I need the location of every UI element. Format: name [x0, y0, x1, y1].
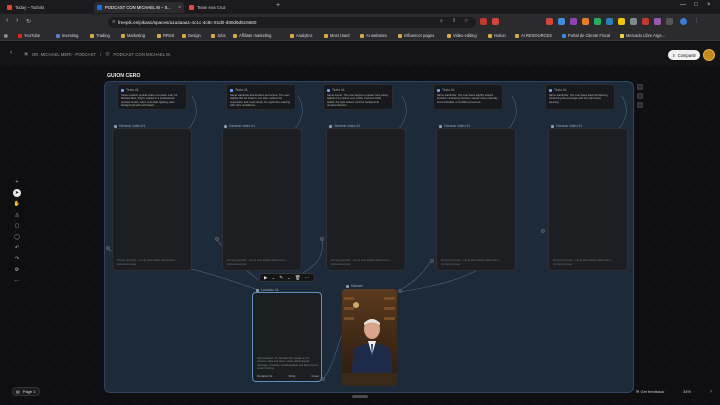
duration-select[interactable]: Duration 5s — [257, 374, 272, 378]
node-text[interactable]: Same scene. The man begins to speak more… — [327, 94, 389, 109]
image-node-label: Michael — [346, 284, 363, 288]
video-prompt-input[interactable]: Prompt opcional... Los @ para añadir ref… — [331, 259, 401, 266]
node-text[interactable]: Same wardrobe. The man leans back his de… — [549, 94, 611, 109]
node-header: Texto #1 — [121, 88, 183, 92]
group-tool-icon[interactable] — [637, 102, 643, 108]
hand-icon[interactable]: ✋ — [13, 200, 21, 208]
video-prompt-input[interactable]: Prompt opcional... Los @ para añadir ref… — [227, 259, 297, 266]
text-icon — [230, 88, 233, 92]
video-node[interactable]: Prompt opcional... Los @ para añadir ref… — [436, 128, 516, 271]
text-node[interactable]: Texto #1 Same wardrobe. The man leans ba… — [545, 84, 615, 110]
frame-icon[interactable]: ▢ — [13, 222, 21, 230]
text-icon — [437, 88, 440, 92]
video-node[interactable]: Prompt opcional... Los @ para añadir ref… — [548, 128, 628, 271]
generate-button[interactable]: Crear — [311, 374, 319, 378]
video-prompt-input[interactable]: Prompt opcional... Los @ para añadir ref… — [117, 259, 187, 266]
node-footer: Duration 5s Kling Crear — [257, 374, 319, 378]
node-header: Texto #1 — [230, 88, 292, 92]
video-node[interactable]: Prompt opcional... Los @ para añadir ref… — [222, 128, 302, 271]
node-header: Texto #1 — [327, 88, 389, 92]
text-node[interactable]: Texto #1 Close medium portrait video of … — [117, 84, 187, 110]
video-prompt-input[interactable]: Prompt opcional... Los @ para añadir ref… — [441, 259, 511, 266]
feedback-button[interactable]: ✉ Get feedback — [636, 389, 664, 394]
page-selector[interactable]: ▤ Page 1 — [12, 387, 40, 396]
group-tool-icon[interactable] — [637, 93, 643, 99]
trash-icon[interactable]: 🗑 — [295, 275, 301, 281]
play-icon[interactable]: ▶ — [264, 275, 267, 281]
text-icon — [121, 88, 124, 92]
bottom-right-controls: ✉ Get feedback 34% ? — [636, 387, 712, 396]
node-floating-toolbar: ▶ ⌄ ✎ ⌄ 🗑 ⋯ — [259, 273, 315, 282]
node-text[interactable]: Close medium portrait video of a warm ma… — [121, 94, 183, 109]
text-node[interactable]: Texto #1 Same scene. The man begins to s… — [323, 84, 393, 110]
portrait-image — [342, 289, 397, 386]
node-port[interactable] — [106, 246, 110, 250]
zoom-level[interactable]: 34% — [683, 389, 691, 394]
help-icon[interactable]: ? — [710, 389, 712, 394]
node-text[interactable]: Same wardrobe and location and scene. Th… — [230, 94, 292, 109]
settings-icon[interactable]: ⚙ — [13, 266, 21, 274]
text-node[interactable]: Texto #1 Same wardrobe. The man leans sl… — [433, 84, 503, 110]
add-icon[interactable]: + — [13, 178, 21, 186]
cursor-icon[interactable]: ➤ — [13, 189, 21, 197]
video-node[interactable]: Prompt opcional... Los @ para añadir ref… — [112, 128, 192, 271]
node-header: Texto #1 — [549, 88, 611, 92]
node-port[interactable] — [215, 237, 219, 241]
video-node-selected[interactable]: Same location. Dr. Michael Mer speaks to… — [252, 292, 322, 382]
image-node[interactable] — [342, 289, 397, 386]
video-prompt-input[interactable]: Prompt opcional... Los @ para añadir ref… — [553, 259, 623, 266]
comment-icon[interactable]: ◯ — [13, 233, 21, 241]
more-icon[interactable]: ⋯ — [13, 277, 21, 285]
image-icon — [346, 284, 349, 288]
text-node[interactable]: Texto #1 Same wardrobe and location and … — [226, 84, 296, 110]
node-port[interactable] — [541, 229, 545, 233]
node-port[interactable] — [320, 237, 324, 241]
model-select[interactable]: Kling — [289, 374, 296, 378]
node-port[interactable] — [398, 289, 402, 293]
text-icon — [327, 88, 330, 92]
node-port[interactable] — [430, 259, 434, 263]
video-node[interactable]: Prompt opcional... Los @ para añadir ref… — [326, 128, 406, 271]
chevron-down-icon[interactable]: ⌄ — [271, 275, 275, 281]
more-icon[interactable]: ⋯ — [305, 275, 310, 281]
undo-icon[interactable]: ↶ — [13, 244, 21, 252]
edit-icon[interactable]: ✎ — [279, 275, 283, 281]
video-prompt-input[interactable]: Same location. Dr. Michael Mer speaks to… — [257, 357, 319, 370]
left-toolbar: + ➤ ✋ ◬ ▢ ◯ ↶ ↷ ⚙ ⋯ — [12, 178, 22, 288]
redo-icon[interactable]: ↷ — [13, 255, 21, 263]
node-header: Texto #1 — [437, 88, 499, 92]
group-tool-icon[interactable] — [637, 84, 643, 90]
canvas-scrollbar[interactable] — [352, 395, 368, 398]
page-icon: ▤ — [16, 389, 20, 394]
chevron-down-icon[interactable]: ⌄ — [287, 275, 291, 281]
text-icon — [549, 88, 552, 92]
node-text[interactable]: Same wardrobe. The man leans slightly to… — [437, 94, 499, 109]
shapes-icon[interactable]: ◬ — [13, 211, 21, 219]
